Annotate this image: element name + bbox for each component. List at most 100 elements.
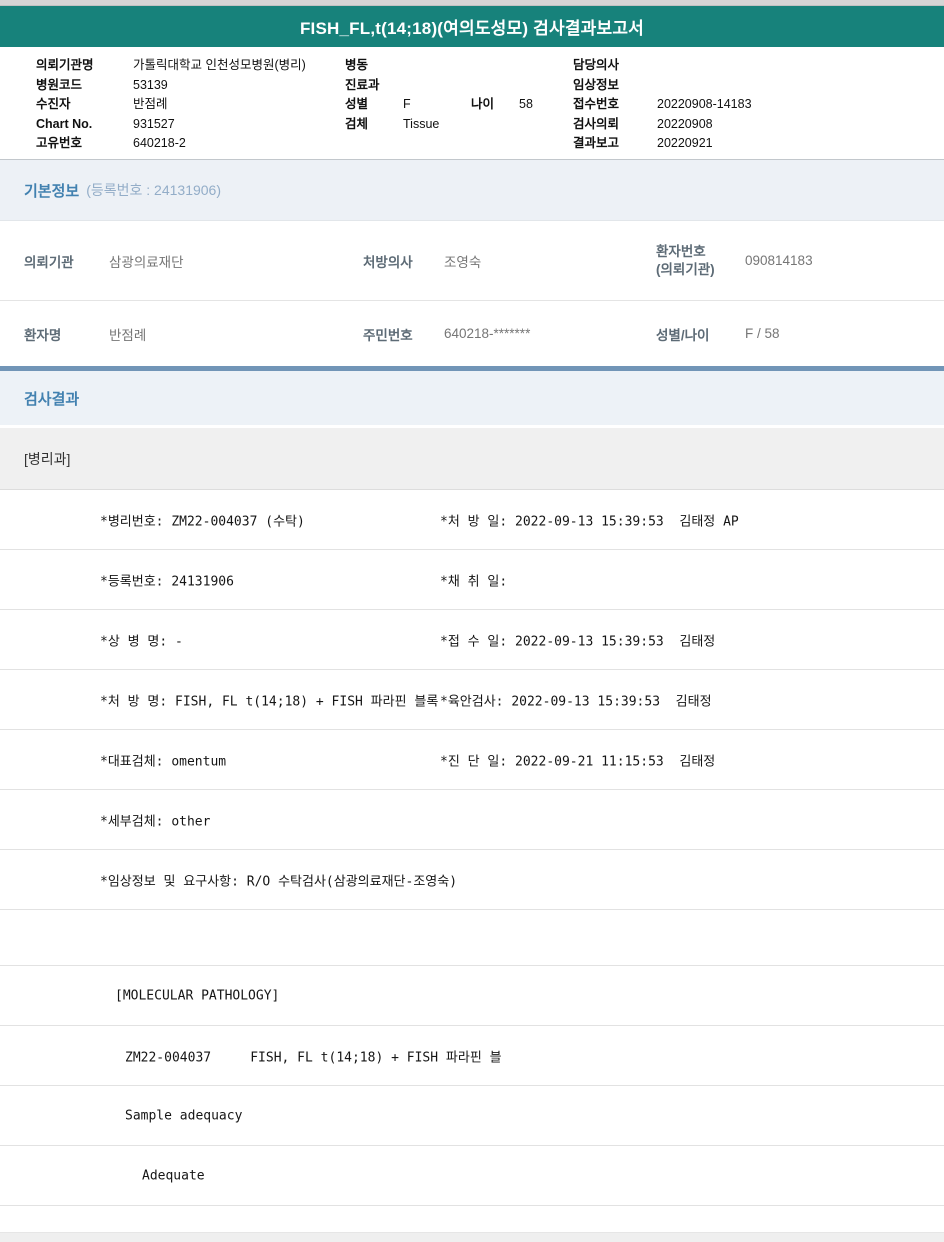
header-row: 검체 Tissue [345, 115, 573, 135]
results-title: 검사결과 [24, 390, 80, 408]
field-label: 의뢰기관명 [36, 58, 94, 72]
header-row: 의뢰기관명 가톨릭대학교 인천성모병원(병리) [36, 56, 345, 76]
diagnosis-date: *진 단 일: 2022-09-21 11:15:53 김태정 [440, 754, 716, 769]
field-value: 53139 [133, 77, 168, 92]
sample-adequacy-result-row: Adequate [0, 1146, 944, 1206]
field-value: 640218-******* [444, 326, 531, 341]
header-row: 진료과 [345, 76, 573, 96]
basic-info-section-header: 기본정보 (등록번호 : 24131906) [0, 159, 944, 221]
field-label: 수진자 [36, 97, 71, 112]
field-label-line1: 환자번호 [656, 243, 706, 259]
header-row: 수진자 반점례 [36, 95, 345, 115]
collection-date: *채 취 일: [440, 574, 508, 589]
cell-prescribing-doctor: 처방의사 조영숙 [363, 251, 656, 271]
header-row: 병원코드 53139 [36, 76, 345, 96]
report-page: FISH_FL,t(14;18)(여의도성모) 검사결과보고서 의뢰기관명 가톨릭… [0, 0, 944, 1242]
field-label: 결과보고 [573, 136, 620, 151]
clinical-info-request: *임상정보 및 요구사항: R/O 수탁검사(삼광의료재단-조영숙) [100, 874, 458, 889]
order-name: *처 방 명: FISH, FL t(14;18) + FISH 파라핀 블록 [100, 694, 439, 709]
header-row: 접수번호 20220908-14183 [573, 95, 944, 115]
registration-number: *등록번호: 24131906 [100, 574, 234, 589]
field-value: 삼광의료재단 [109, 254, 184, 270]
gross-exam-date: *육안검사: 2022-09-13 15:39:53 김태정 [440, 694, 712, 709]
field-label: 병동 [345, 58, 369, 72]
field-label: 검체 [345, 116, 369, 131]
field-value: 20220921 [657, 136, 713, 151]
field-label: 성별 [345, 97, 369, 112]
disease-name: *상 병 명: - [100, 634, 183, 649]
cell-resident-number: 주민번호 640218-******* [363, 324, 656, 344]
field-value: 090814183 [745, 253, 813, 268]
field-label: 임상정보 [573, 77, 620, 92]
header-row: 임상정보 [573, 76, 944, 96]
detail-row: *병리번호: ZM22-004037 (수탁) *처 방 일: 2022-09-… [0, 490, 944, 550]
header-info: 의뢰기관명 가톨릭대학교 인천성모병원(병리) 병원코드 53139 수진자 반점례 … [0, 47, 944, 159]
field-value: 반점례 [133, 97, 168, 112]
field-label: 의뢰기관 [24, 254, 74, 270]
molecular-pathology-title: [MOLECULAR PATHOLOGY] [115, 988, 280, 1003]
department-row: [병리과] [0, 428, 944, 490]
field-label-line2: (의뢰기관) [656, 261, 715, 277]
field-label: 성별/나이 [656, 327, 710, 343]
sample-adequacy-value: Adequate [142, 1168, 205, 1183]
representative-specimen: *대표검체: omentum [100, 754, 227, 769]
molecular-order-line: ZM22-004037 FISH, FL t(14;18) + FISH 파라핀… [125, 1050, 502, 1065]
sample-adequacy-row: Sample adequacy [0, 1086, 944, 1146]
header-row: 결과보고 20220921 [573, 134, 944, 154]
field-value: F / 58 [745, 326, 780, 341]
basic-info-title: 기본정보 [24, 182, 80, 200]
detail-row: *처 방 명: FISH, FL t(14;18) + FISH 파라핀 블록 … [0, 670, 944, 730]
report-title-bar: FISH_FL,t(14;18)(여의도성모) 검사결과보고서 [0, 6, 944, 47]
cell-patient-name: 환자명 반점례 [24, 324, 363, 344]
field-label: 주민번호 [363, 327, 413, 343]
cell-patient-number: 환자번호 (의뢰기관) 090814183 [656, 243, 944, 278]
results-section-header: 검사결과 [0, 366, 944, 425]
detail-row: *대표검체: omentum *진 단 일: 2022-09-21 11:15:… [0, 730, 944, 790]
empty-row [0, 910, 944, 966]
field-label: 나이 [471, 97, 495, 112]
result-detail-rows: *병리번호: ZM22-004037 (수탁) *처 방 일: 2022-09-… [0, 490, 944, 1232]
department-label: [병리과] [24, 450, 71, 467]
detail-row: *세부검체: other [0, 790, 944, 850]
table-row: 환자명 반점례 주민번호 640218-******* 성별/나이 F / 58 [0, 301, 944, 366]
field-value: 20220908 [657, 116, 713, 131]
spacer [0, 1206, 944, 1232]
field-value: 반점례 [109, 327, 147, 343]
field-label: 처방의사 [363, 254, 413, 270]
detail-row: *임상정보 및 요구사항: R/O 수탁검사(삼광의료재단-조영숙) [0, 850, 944, 910]
header-row: 담당의사 [573, 56, 944, 76]
table-row: 의뢰기관 삼광의료재단 처방의사 조영숙 환자번호 (의뢰기관) 0908141… [0, 221, 944, 301]
field-label: 진료과 [345, 77, 380, 92]
prescription-date: *처 방 일: 2022-09-13 15:39:53 김태정 AP [440, 514, 739, 529]
sample-adequacy-label: Sample adequacy [125, 1108, 243, 1123]
field-value: 640218-2 [133, 136, 186, 151]
field-value: F [403, 97, 411, 112]
molecular-order-row: ZM22-004037 FISH, FL t(14;18) + FISH 파라핀… [0, 1026, 944, 1086]
header-row: Chart No. 931527 [36, 115, 345, 135]
field-label: 담당의사 [573, 58, 620, 72]
field-label: Chart No. [36, 116, 93, 131]
field-value: 931527 [133, 116, 175, 131]
detail-row: *등록번호: 24131906 *채 취 일: [0, 550, 944, 610]
bottom-band [0, 1232, 944, 1242]
header-row: 병동 [345, 56, 573, 76]
cell-requesting-org: 의뢰기관 삼광의료재단 [24, 251, 363, 271]
detail-row: *상 병 명: - *접 수 일: 2022-09-13 15:39:53 김태… [0, 610, 944, 670]
header-column-requesting-org: 의뢰기관명 가톨릭대학교 인천성모병원(병리) 병원코드 53139 수진자 반점례 … [36, 56, 345, 159]
field-label: 병원코드 [36, 77, 83, 92]
header-column-reception: 담당의사 임상정보 접수번호 20220908-14183 검사의뢰 2022090… [573, 56, 944, 159]
field-label: 환자명 [24, 327, 62, 343]
header-row: 성별 F 나이 58 [345, 95, 573, 115]
header-column-specimen: 병동 진료과 성별 F 나이 58 검체 Tissue [345, 56, 573, 159]
field-label: 환자번호 (의뢰기관) [656, 243, 745, 278]
header-row: 고유번호 640218-2 [36, 134, 345, 154]
molecular-pathology-header-row: [MOLECULAR PATHOLOGY] [0, 966, 944, 1026]
cell-sex-age: 성별/나이 F / 58 [656, 324, 944, 344]
detail-specimen: *세부검체: other [100, 814, 211, 829]
field-value: 20220908-14183 [657, 97, 752, 112]
basic-info-table: 의뢰기관 삼광의료재단 처방의사 조영숙 환자번호 (의뢰기관) 0908141… [0, 221, 944, 366]
reception-date: *접 수 일: 2022-09-13 15:39:53 김태정 [440, 634, 716, 649]
basic-info-registration-number: (등록번호 : 24131906) [86, 182, 222, 198]
field-value: 가톨릭대학교 인천성모병원(병리) [133, 58, 306, 72]
field-value: 58 [519, 97, 533, 112]
